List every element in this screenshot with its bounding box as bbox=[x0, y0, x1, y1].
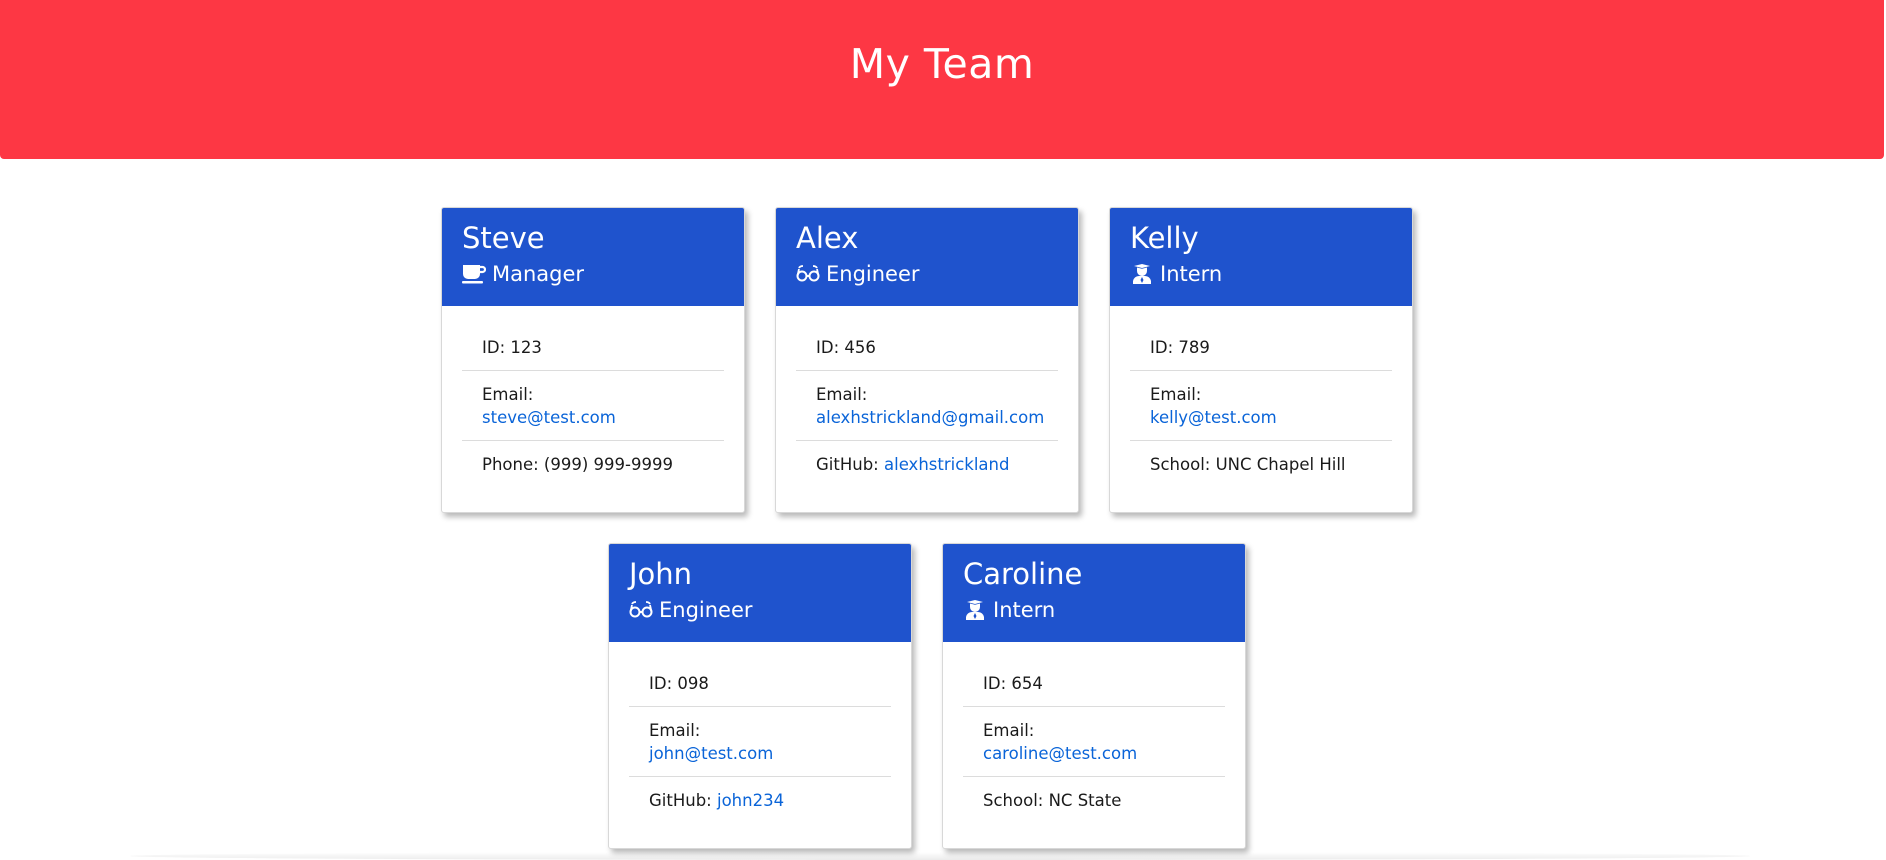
school-label: School: bbox=[1150, 455, 1211, 474]
employee-email-item: Email: alexhstrickland@gmail.com bbox=[796, 371, 1058, 441]
employee-id: ID: 123 bbox=[462, 327, 724, 371]
coffee-icon bbox=[462, 263, 486, 285]
employee-id: ID: 456 bbox=[796, 327, 1058, 371]
card-body: ID: 123 Email: steve@test.com Phone: (99… bbox=[442, 306, 744, 487]
email-label: Email: bbox=[1150, 385, 1202, 404]
employee-email-item: Email: caroline@test.com bbox=[963, 707, 1225, 777]
card-header: Alex Engineer bbox=[776, 208, 1078, 306]
employee-email-item: Email: kelly@test.com bbox=[1130, 371, 1392, 441]
page-header: My Team bbox=[0, 0, 1884, 159]
card-body: ID: 789 Email: kelly@test.com School: UN… bbox=[1110, 306, 1412, 487]
employee-role: Intern bbox=[1130, 261, 1392, 287]
employee-id: ID: 098 bbox=[629, 663, 891, 707]
graduate-icon bbox=[963, 599, 987, 621]
employee-card-john: John Engineer ID: 098 Email: john@test.c… bbox=[608, 543, 912, 849]
email-link[interactable]: john@test.com bbox=[649, 744, 773, 763]
github-link[interactable]: john234 bbox=[717, 791, 784, 810]
card-header: Caroline Intern bbox=[943, 544, 1245, 642]
employee-email-item: Email: steve@test.com bbox=[462, 371, 724, 441]
employee-name: Steve bbox=[462, 221, 545, 255]
email-link[interactable]: alexhstrickland@gmail.com bbox=[816, 408, 1044, 427]
employee-id: ID: 789 bbox=[1130, 327, 1392, 371]
employee-school-item: School: NC State bbox=[963, 777, 1225, 823]
card-body: ID: 098 Email: john@test.com GitHub: joh… bbox=[609, 642, 911, 823]
employee-card-kelly: Kelly Intern ID: 789 Email: kelly@test.c… bbox=[1109, 207, 1413, 513]
role-label: Engineer bbox=[826, 262, 920, 286]
employee-card-alex: Alex Engineer ID: 456 Email: alexhstrick… bbox=[775, 207, 1079, 513]
email-link[interactable]: steve@test.com bbox=[482, 408, 616, 427]
employee-name: John bbox=[629, 557, 693, 591]
graduate-icon bbox=[1130, 263, 1154, 285]
employee-email-item: Email: john@test.com bbox=[629, 707, 891, 777]
employee-phone-item: Phone: (999) 999-9999 bbox=[462, 441, 724, 487]
school-value: UNC Chapel Hill bbox=[1215, 455, 1346, 474]
employee-school-item: School: UNC Chapel Hill bbox=[1130, 441, 1392, 487]
role-label: Engineer bbox=[659, 598, 753, 622]
card-body: ID: 654 Email: caroline@test.com School:… bbox=[943, 642, 1245, 823]
github-link[interactable]: alexhstrickland bbox=[884, 455, 1009, 474]
phone-label: Phone: bbox=[482, 455, 539, 474]
school-value: NC State bbox=[1048, 791, 1122, 810]
email-label: Email: bbox=[649, 721, 701, 740]
email-link[interactable]: kelly@test.com bbox=[1150, 408, 1277, 427]
phone-value: (999) 999-9999 bbox=[543, 455, 673, 474]
page-title: My Team bbox=[849, 40, 1035, 88]
card-header: Steve Manager bbox=[442, 208, 744, 306]
employee-card-caroline: Caroline Intern ID: 654 Email: caroline@… bbox=[942, 543, 1246, 849]
card-header: Kelly Intern bbox=[1110, 208, 1412, 306]
role-label: Intern bbox=[1160, 262, 1223, 286]
employee-name: Kelly bbox=[1130, 221, 1199, 255]
employee-role: Intern bbox=[963, 597, 1225, 623]
employee-github-item: GitHub: john234 bbox=[629, 777, 891, 823]
email-label: Email: bbox=[816, 385, 868, 404]
role-label: Intern bbox=[993, 598, 1056, 622]
role-label: Manager bbox=[492, 262, 585, 286]
employee-card-steve: Steve Manager ID: 123 Email: steve@test.… bbox=[441, 207, 745, 513]
employee-name: Caroline bbox=[963, 557, 1083, 591]
employee-name: Alex bbox=[796, 221, 859, 255]
email-label: Email: bbox=[482, 385, 534, 404]
employee-id: ID: 654 bbox=[963, 663, 1225, 707]
github-label: GitHub: bbox=[649, 791, 712, 810]
github-label: GitHub: bbox=[816, 455, 879, 474]
email-link[interactable]: caroline@test.com bbox=[983, 744, 1137, 763]
scroll-shadow bbox=[130, 852, 1750, 860]
employee-role: Manager bbox=[462, 261, 724, 287]
card-header: John Engineer bbox=[609, 544, 911, 642]
glasses-icon bbox=[629, 599, 653, 621]
employee-role: Engineer bbox=[796, 261, 1058, 287]
glasses-icon bbox=[796, 263, 820, 285]
employee-role: Engineer bbox=[629, 597, 891, 623]
employee-github-item: GitHub: alexhstrickland bbox=[796, 441, 1058, 487]
card-body: ID: 456 Email: alexhstrickland@gmail.com… bbox=[776, 306, 1078, 487]
school-label: School: bbox=[983, 791, 1044, 810]
email-label: Email: bbox=[983, 721, 1035, 740]
